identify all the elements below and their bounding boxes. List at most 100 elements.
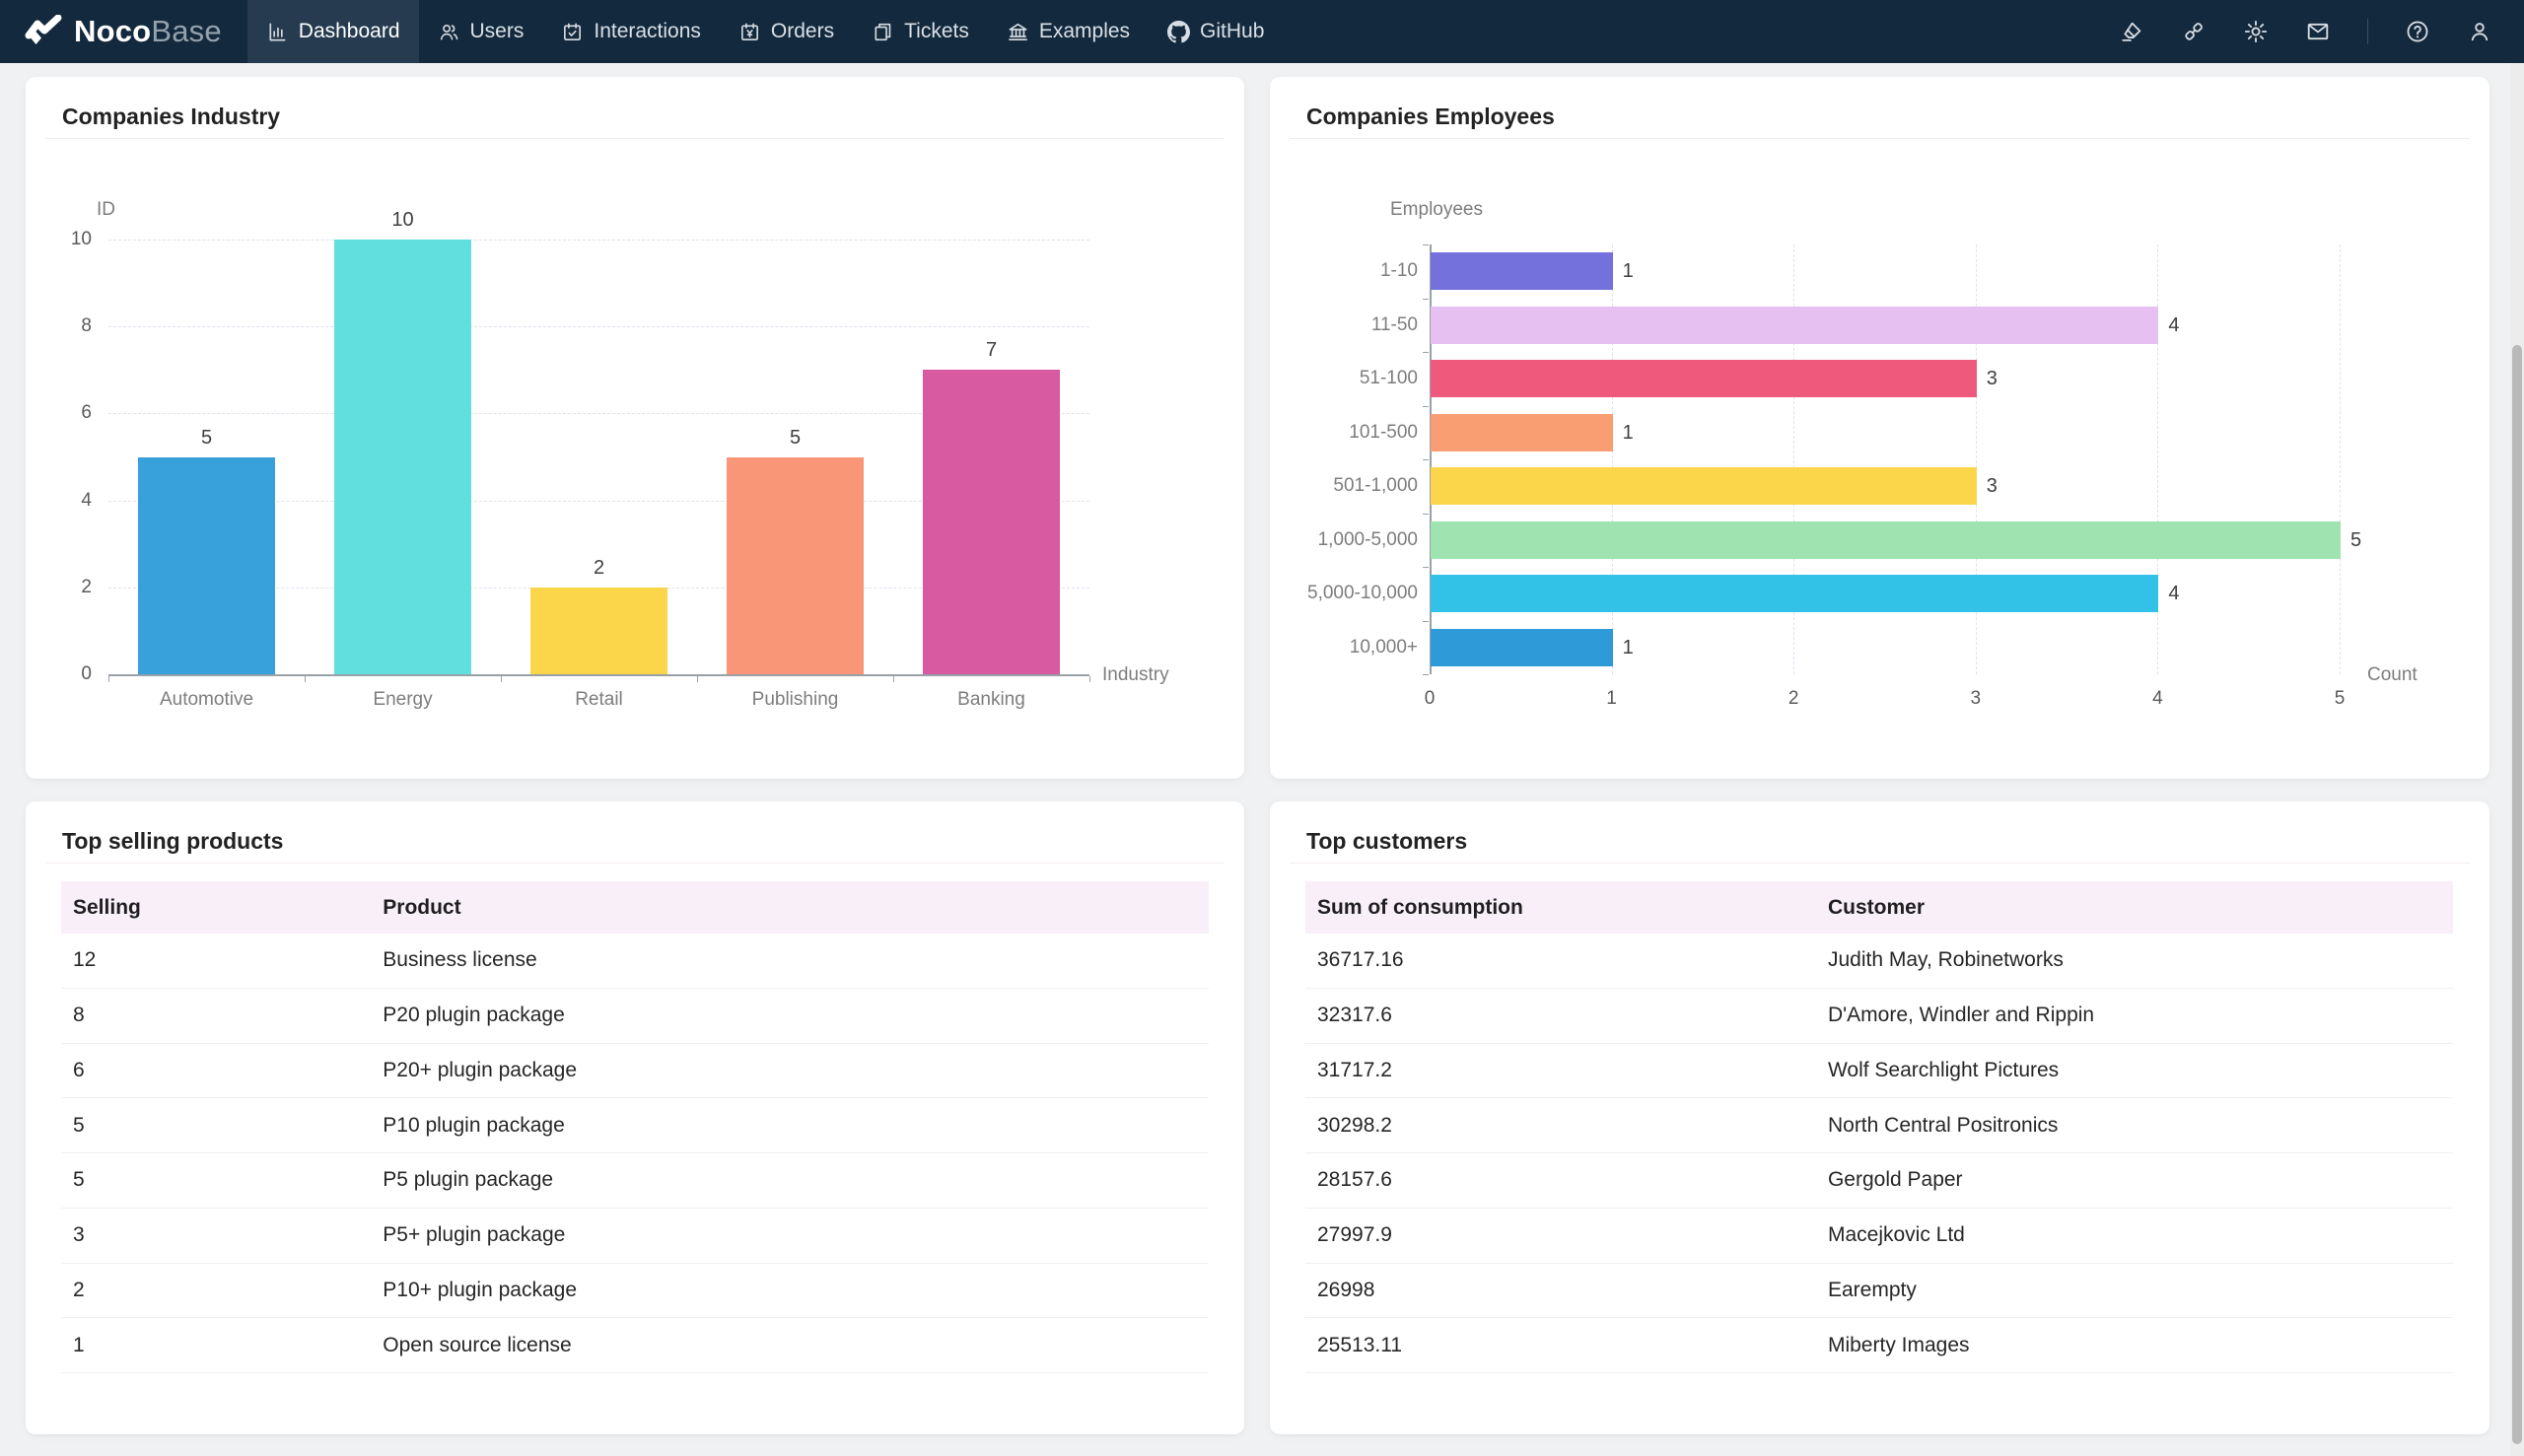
table-row: 12Business license xyxy=(61,934,1209,989)
nav-item-users[interactable]: Users xyxy=(419,0,543,63)
nav-item-github[interactable]: GitHub xyxy=(1149,0,1283,63)
table-row: 32317.6D'Amore, Windler and Rippin xyxy=(1305,989,2453,1044)
bar-51-100[interactable] xyxy=(1431,360,1977,397)
x-category-label: Energy xyxy=(306,689,501,711)
highlighter-icon[interactable] xyxy=(2119,19,2144,44)
nav-item-dashboard[interactable]: Dashboard xyxy=(247,0,419,63)
user-icon[interactable] xyxy=(2467,19,2492,44)
bar-501-1-000[interactable] xyxy=(1431,467,1977,505)
nocobase-logo[interactable]: NocoBase xyxy=(0,0,247,63)
table-cell: 27997.9 xyxy=(1305,1223,1816,1247)
bar-automotive[interactable] xyxy=(138,457,275,675)
logo-text: NocoBase xyxy=(74,14,222,49)
table-cell: 26998 xyxy=(1305,1279,1816,1302)
y-tick-label: 4 xyxy=(26,490,92,512)
y-axis-name: ID xyxy=(97,199,115,221)
x-category-label: Banking xyxy=(894,689,1089,711)
plug-icon[interactable] xyxy=(2181,19,2207,44)
top-navbar: NocoBase DashboardUsers Interactions Order… xyxy=(0,0,2524,63)
axis-tick xyxy=(1423,567,1429,568)
table-cell: 30298.2 xyxy=(1305,1114,1816,1138)
bar-value-label: 5 xyxy=(158,427,256,450)
table-cell: 2 xyxy=(61,1279,371,1302)
bar-value-label: 1 xyxy=(1623,260,1634,283)
nav-item-orders[interactable]: Orders xyxy=(720,0,853,63)
axis-tick xyxy=(1089,676,1090,682)
gridline xyxy=(2340,244,2341,674)
help-icon[interactable] xyxy=(2405,19,2430,44)
x-category-label: Retail xyxy=(502,689,697,711)
y-axis-name: Employees xyxy=(1390,199,1483,221)
bar-publishing[interactable] xyxy=(727,457,864,675)
bar-retail[interactable] xyxy=(530,588,667,674)
x-tick-label: 5 xyxy=(2300,688,2379,710)
bar-1-10[interactable] xyxy=(1431,252,1613,290)
main-menu: DashboardUsers Interactions Orders TicketsE… xyxy=(247,0,1284,63)
top-selling-products-card: Top selling products SellingProduct12Bus… xyxy=(26,801,1244,1434)
table-row: 5P10 plugin package xyxy=(61,1098,1209,1153)
nav-item-interactions[interactable]: Interactions xyxy=(542,0,720,63)
axis-tick xyxy=(1423,459,1429,460)
page-scrollbar-track[interactable] xyxy=(2510,63,2524,1456)
x-axis-name: Count xyxy=(2367,664,2418,686)
table-row: 5P5 plugin package xyxy=(61,1153,1209,1209)
bar-value-label: 10 xyxy=(354,209,453,232)
mail-icon[interactable] xyxy=(2305,19,2331,44)
table-row: 8P20 plugin package xyxy=(61,989,1209,1044)
bank-icon xyxy=(1007,21,1029,43)
navbar-divider xyxy=(2367,19,2368,44)
table-cell: 1 xyxy=(61,1334,371,1357)
bar-banking[interactable] xyxy=(923,370,1060,674)
dashboard-page: NocoBase DashboardUsers Interactions Order… xyxy=(0,0,2524,1456)
gear-icon[interactable] xyxy=(2243,19,2269,44)
companies-industry-card: Companies Industry ID02468105Automotive1… xyxy=(26,77,1244,779)
table-cell: 3 xyxy=(61,1223,371,1247)
x-axis-name: Industry xyxy=(1102,664,1169,686)
table-header-row: Sum of consumptionCustomer xyxy=(1305,881,2453,934)
bar-5-000-10-000[interactable] xyxy=(1431,575,2158,612)
table-row: 1Open source license xyxy=(61,1318,1209,1373)
calendar-check-icon xyxy=(561,21,584,43)
team-icon xyxy=(438,21,460,43)
axis-tick xyxy=(501,676,502,682)
bar-value-label: 3 xyxy=(1987,475,1998,498)
bar-chart-icon xyxy=(266,21,289,43)
table-header-row: SellingProduct xyxy=(61,881,1209,934)
y-tick-label: 8 xyxy=(26,315,92,337)
axis-tick xyxy=(1423,299,1429,300)
column-header-selling: Selling xyxy=(61,896,371,920)
bar-energy[interactable] xyxy=(334,240,471,674)
github-icon xyxy=(1167,21,1190,43)
file-copy-icon xyxy=(872,21,894,43)
table-cell: P20+ plugin package xyxy=(371,1059,1209,1082)
nav-item-label: Interactions xyxy=(594,20,701,43)
nav-item-examples[interactable]: Examples xyxy=(988,0,1149,63)
y-category-label: 51-100 xyxy=(1270,368,1418,389)
top-customers-title: Top customers xyxy=(1306,828,1467,855)
table-cell: 32317.6 xyxy=(1305,1004,1816,1027)
table-row: 28157.6Gergold Paper xyxy=(1305,1153,2453,1209)
bar-value-label: 7 xyxy=(943,339,1041,362)
nav-item-tickets[interactable]: Tickets xyxy=(853,0,988,63)
x-tick-label: 4 xyxy=(2118,688,2197,710)
bar-101-500[interactable] xyxy=(1431,414,1613,451)
axis-tick xyxy=(1423,514,1429,515)
x-tick-label: 2 xyxy=(1754,688,1833,710)
nav-item-label: Orders xyxy=(771,20,834,43)
table-cell: Miberty Images xyxy=(1816,1334,2453,1357)
axis-tick xyxy=(1423,244,1429,245)
table-row: 25513.11Miberty Images xyxy=(1305,1318,2453,1373)
bar-1-000-5-000[interactable] xyxy=(1431,521,2341,559)
top-selling-products-title: Top selling products xyxy=(62,828,283,855)
table-cell: Open source license xyxy=(371,1334,1209,1357)
bar-11-50[interactable] xyxy=(1431,307,2158,344)
bar-10-000[interactable] xyxy=(1431,629,1613,666)
card-divider xyxy=(1290,863,2470,864)
page-scrollbar-thumb[interactable] xyxy=(2512,345,2522,1444)
column-header-customer: Customer xyxy=(1816,896,2453,920)
bar-value-label: 3 xyxy=(1987,368,1998,390)
x-tick-label: 3 xyxy=(1936,688,2015,710)
y-category-label: 1,000-5,000 xyxy=(1270,529,1418,551)
table-cell: P10 plugin package xyxy=(371,1114,1209,1138)
table-cell: 5 xyxy=(61,1114,371,1138)
